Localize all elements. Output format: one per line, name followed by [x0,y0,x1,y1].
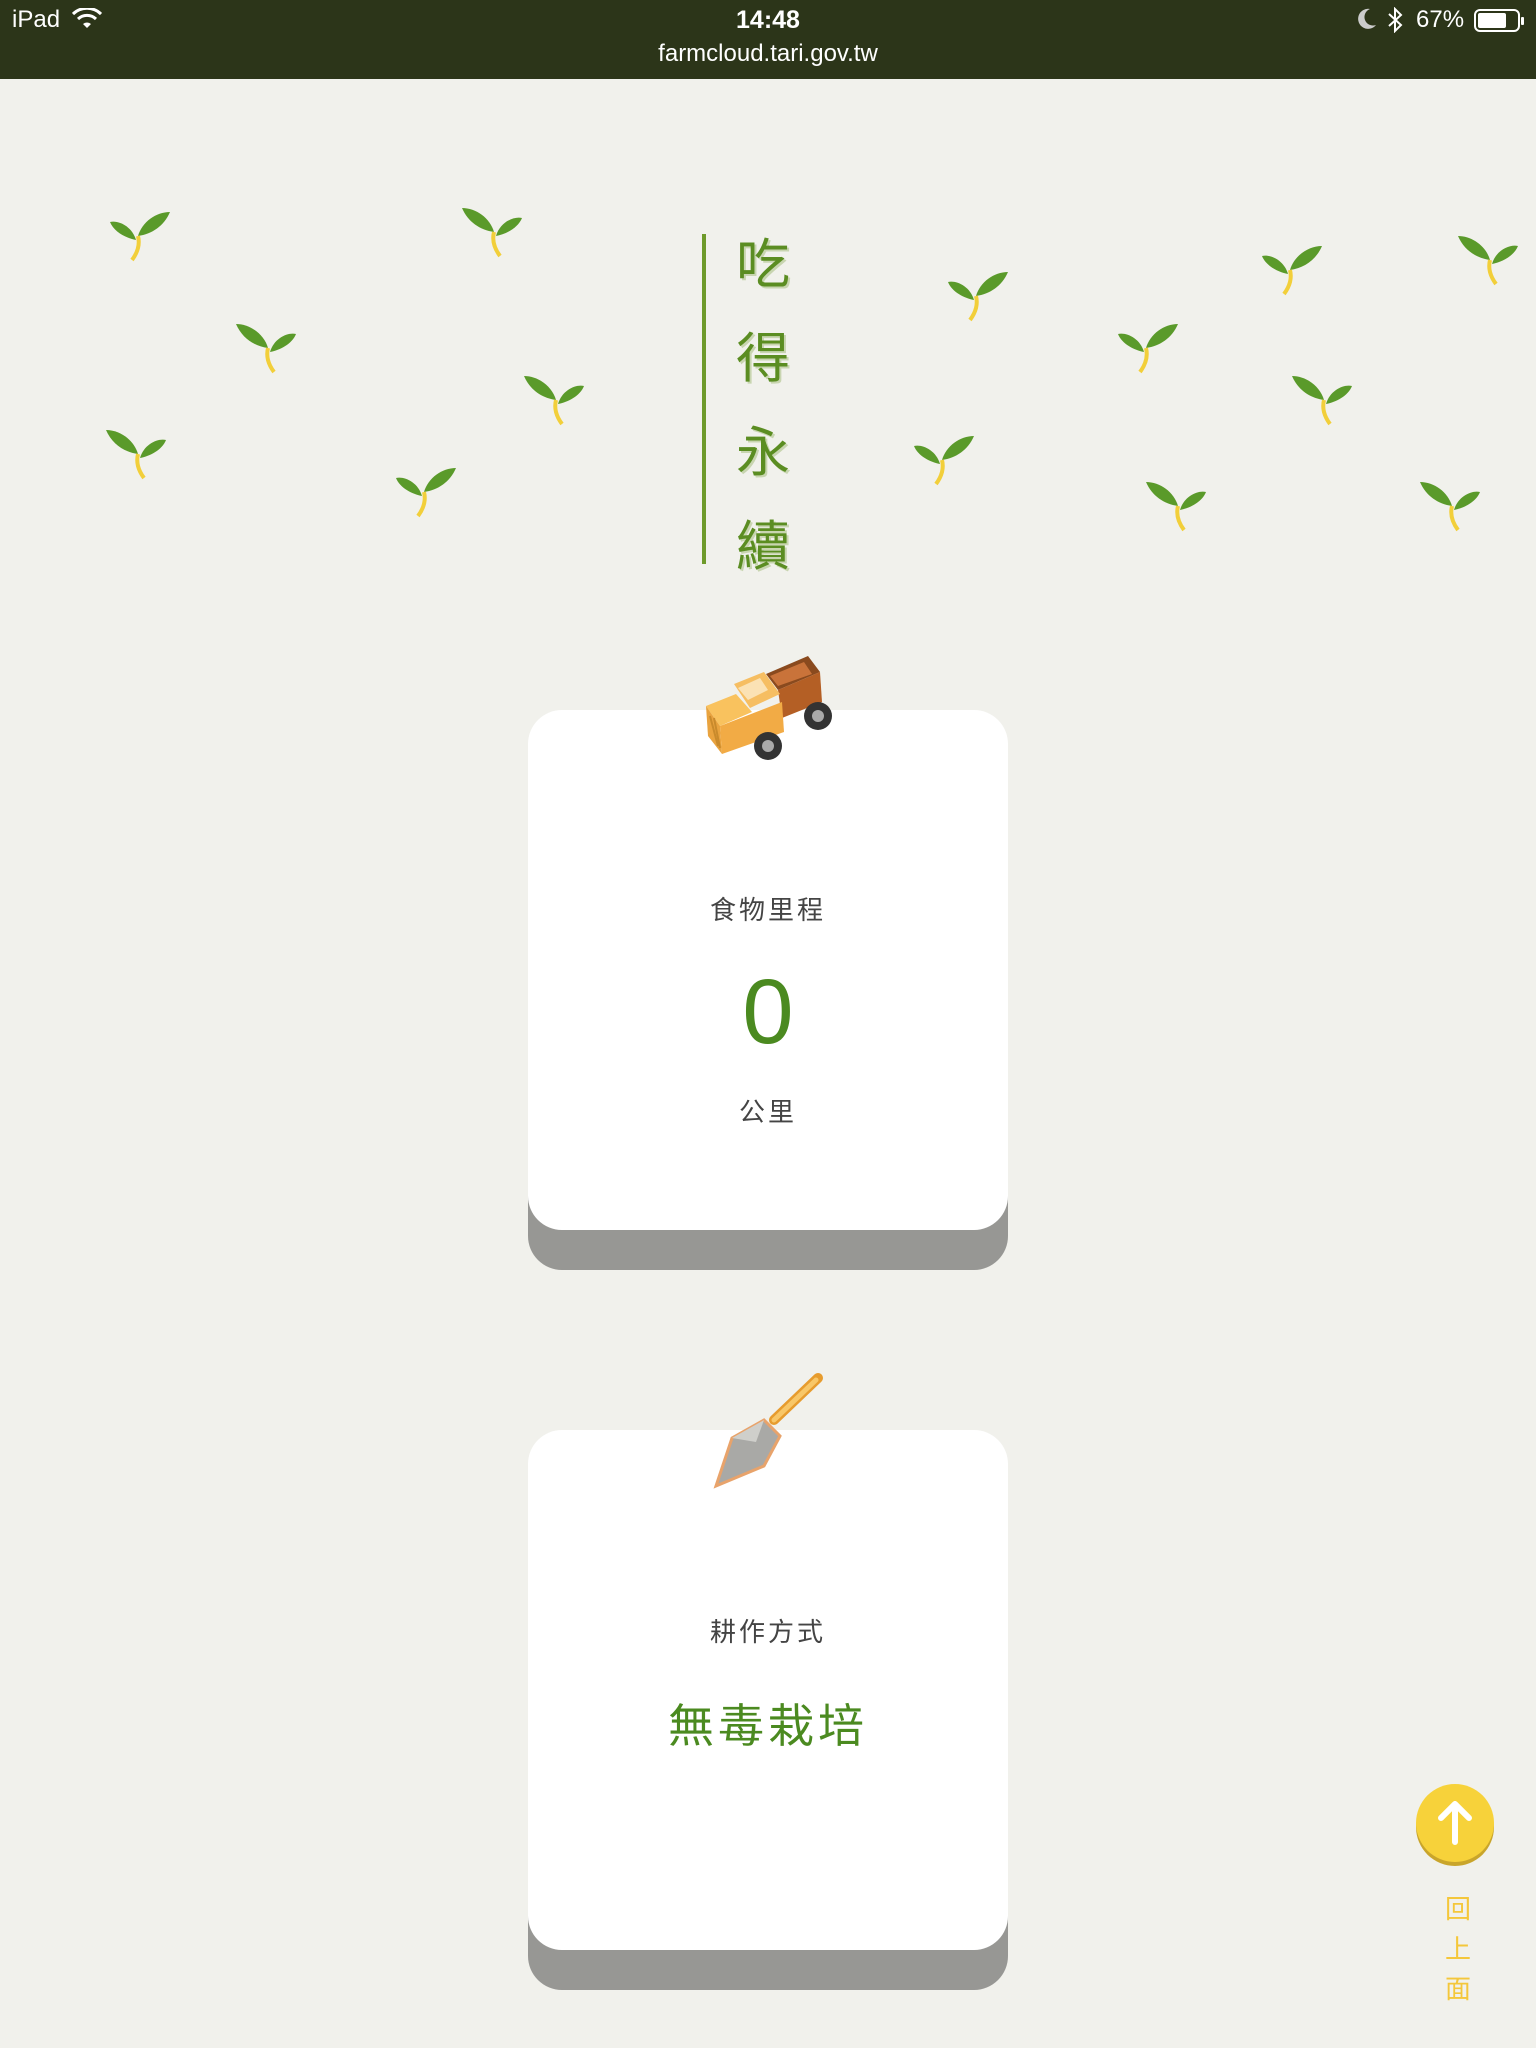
sprout-icon [234,322,298,374]
sprout-icon [946,270,1010,322]
sprout-icon [1260,244,1324,296]
card-label: 耕作方式 [709,1618,826,1648]
sprout-icon [104,428,168,480]
battery-icon [1474,9,1526,37]
battery-percent: 67% [1416,6,1465,33]
cultivation-card: 耕作方式 無毒栽培 [528,1430,1008,1990]
shovel-icon [710,1372,826,1490]
title-char: 續 [736,515,790,578]
title-char: 永 [736,421,790,484]
status-time: 14:48 [736,6,800,34]
truck-icon [700,654,836,766]
card-body: 食物里程 0 公里 [528,710,1008,1230]
card-label: 食物里程 [709,896,826,926]
sprout-icon [1290,374,1354,426]
sprout-icon [522,374,586,426]
back-to-top-label[interactable]: 回 上 面 [1440,1890,1476,2010]
back-to-top-char: 回 [1444,1895,1471,1925]
sprout-icon [1116,322,1180,374]
sprout-icon [1418,480,1482,532]
card-value: 無毒栽培 [668,1699,868,1753]
card-value: 0 [742,961,794,1063]
title-accent-bar [702,234,706,564]
arrow-up-icon [1416,1784,1494,1866]
card-unit: 公里 [738,1098,797,1128]
back-to-top-button[interactable] [1414,1782,1496,1868]
page-title: 吃 得 永 續 [736,218,816,594]
back-to-top-char: 上 [1444,1935,1471,1965]
sprout-icon [1144,480,1208,532]
sprout-icon [1456,234,1520,286]
card-body: 耕作方式 無毒栽培 [528,1430,1008,1950]
title-char: 得 [736,327,790,390]
status-bar: iPad 14:48 farmcloud.tari.gov.tw 67% [0,0,1536,79]
address-url[interactable]: farmcloud.tari.gov.tw [0,40,1536,68]
sprout-icon [460,206,524,258]
sprout-icon [108,210,172,262]
back-to-top-char: 面 [1444,1975,1471,2005]
sprout-icon [394,466,458,518]
bluetooth-icon [1386,6,1404,37]
moon-icon [1356,7,1378,35]
food-mileage-card: 食物里程 0 公里 [528,710,1008,1270]
title-char: 吃 [736,233,790,296]
sprout-icon [912,434,976,486]
